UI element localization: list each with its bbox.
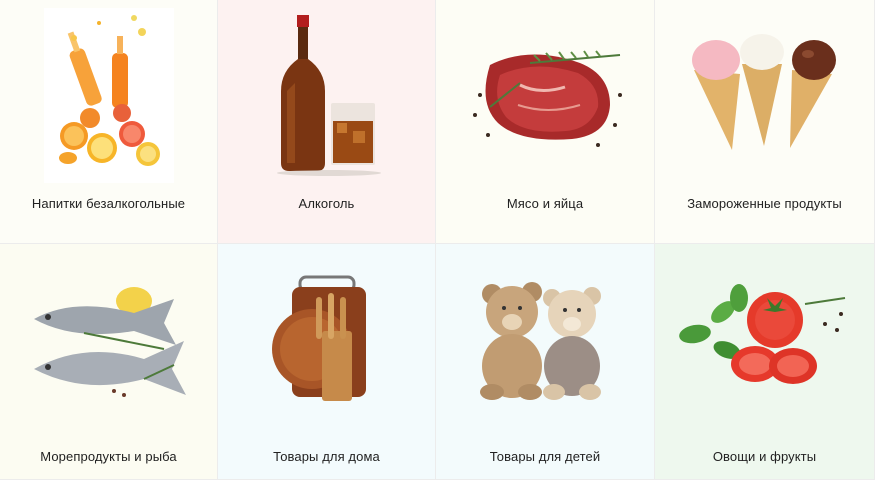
category-label: Мясо и яйца: [506, 196, 584, 211]
category-label: Товары для детей: [489, 449, 601, 464]
category-kids-goods[interactable]: Товары для детей: [436, 244, 655, 480]
kitchen-boards-image: [218, 254, 435, 424]
category-grid: Напитки безалкогольные Алкоголь Мясо и я…: [0, 0, 875, 480]
category-label: Морепродукты и рыба: [40, 449, 177, 464]
teddy-bears-image: [436, 254, 654, 424]
vegetables-image: [655, 254, 874, 424]
category-seafood-fish[interactable]: Морепродукты и рыба: [0, 244, 218, 480]
category-label: Товары для дома: [273, 449, 380, 464]
category-alcohol[interactable]: Алкоголь: [218, 0, 436, 244]
category-frozen[interactable]: Замороженные продукты: [655, 0, 875, 244]
ice-cream-image: [655, 0, 874, 190]
category-label: Напитки безалкогольные: [31, 196, 186, 211]
category-label: Замороженные продукты: [687, 196, 842, 211]
category-label: Алкоголь: [298, 196, 355, 211]
category-meat-eggs[interactable]: Мясо и яйца: [436, 0, 655, 244]
category-home-goods[interactable]: Товары для дома: [218, 244, 436, 480]
category-vegetables-fruits[interactable]: Овощи и фрукты: [655, 244, 875, 480]
meat-image: [436, 0, 654, 190]
fish-image: [0, 254, 217, 424]
alcohol-image: [218, 0, 435, 190]
soft-drinks-image: [0, 0, 217, 190]
category-soft-drinks[interactable]: Напитки безалкогольные: [0, 0, 218, 244]
category-label: Овощи и фрукты: [712, 449, 817, 464]
